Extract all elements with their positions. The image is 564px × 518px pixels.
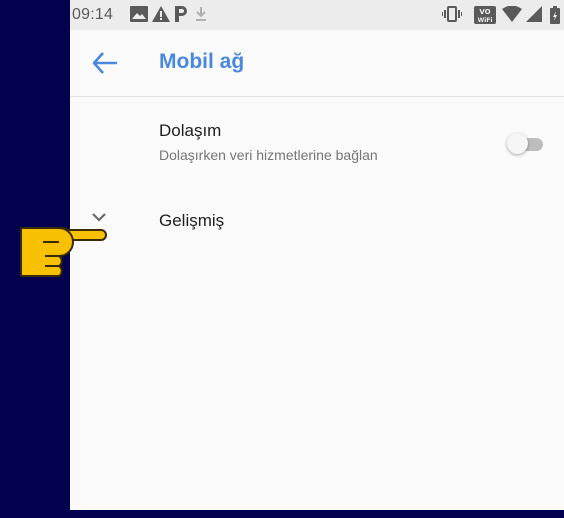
image-icon <box>130 6 148 22</box>
app-bar: Mobil ağ <box>70 30 564 97</box>
roaming-setting-row[interactable]: Dolaşım Dolaşırken veri hizmetlerine bağ… <box>70 97 564 169</box>
advanced-setting-row[interactable]: Gelişmiş <box>70 198 564 246</box>
parking-icon <box>175 6 187 22</box>
vo-wifi-icon: VO WiFi <box>474 6 496 24</box>
warning-icon <box>152 6 170 22</box>
cell-signal-icon <box>526 6 542 22</box>
arrow-back-icon[interactable] <box>91 50 119 76</box>
roaming-title: Dolaşım <box>159 121 222 140</box>
wifi-icon <box>502 6 522 22</box>
page-title: Mobil ağ <box>159 50 245 73</box>
toggle-thumb <box>507 133 528 154</box>
battery-icon <box>550 6 560 24</box>
advanced-label: Gelişmiş <box>159 211 225 230</box>
download-icon <box>196 7 206 21</box>
roaming-subtitle: Dolaşırken veri hizmetlerine bağlan <box>159 147 378 163</box>
roaming-toggle[interactable] <box>507 133 547 155</box>
svg-text:VO: VO <box>479 8 490 16</box>
vibrate-icon <box>442 6 462 22</box>
status-time: 09:14 <box>72 6 114 23</box>
svg-text:WiFi: WiFi <box>478 17 493 24</box>
status-bar: 09:14 VO WiFi <box>70 0 564 30</box>
phone-screen: 09:14 VO WiFi Mobil ağ Dolaşım Dolaşırke… <box>70 0 564 510</box>
pointing-hand-icon <box>20 227 107 277</box>
